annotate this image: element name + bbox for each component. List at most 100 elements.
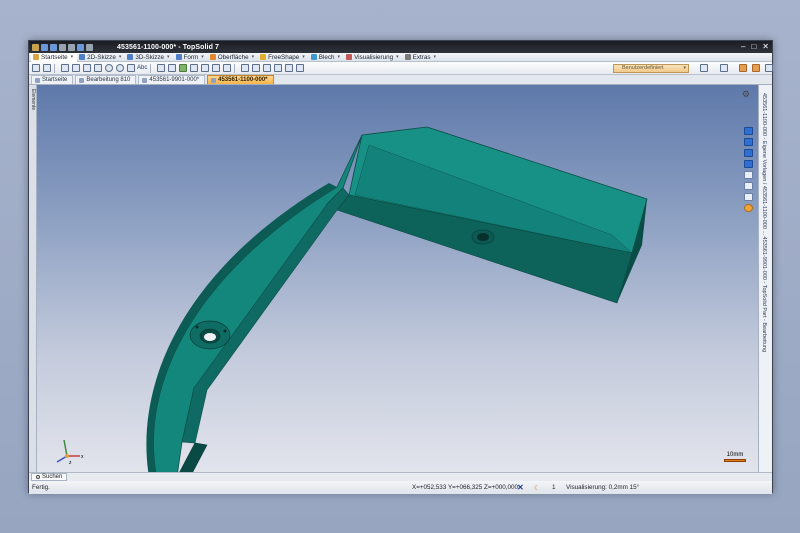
- color-picker-icon[interactable]: [720, 64, 728, 72]
- project-tree-panel[interactable]: 453561-1100-000 - Eigene Vorlagen / 4535…: [758, 85, 772, 472]
- polyline-tool-icon[interactable]: [43, 64, 51, 72]
- close-icon[interactable]: ✕: [762, 42, 769, 52]
- chevron-down-icon: ▾: [396, 54, 399, 60]
- moon-icon[interactable]: ☾: [534, 484, 540, 492]
- title-bar: 453561-1100-000* - TopSolid 7 – □ ✕: [29, 41, 772, 53]
- window-title: 453561-1100-000* - TopSolid 7: [117, 43, 219, 51]
- maximize-icon[interactable]: □: [751, 42, 756, 52]
- menu-tab-blech[interactable]: Blech ▾: [309, 53, 344, 62]
- text-tool-label[interactable]: Abc: [137, 65, 147, 71]
- part-arc-pin: [223, 329, 227, 333]
- machining-icon: [79, 77, 85, 83]
- trim-tool-icon[interactable]: [201, 64, 210, 72]
- shading-icon[interactable]: [744, 171, 753, 179]
- doc-tab-part-9901[interactable]: 453561-9901-000*: [138, 75, 206, 84]
- chevron-down-icon: ▾: [433, 54, 437, 60]
- menu-tab-oberflaeche[interactable]: Oberfläche ▾: [208, 53, 258, 62]
- style-combobox[interactable]: Benutzerdefiniert ▾: [613, 64, 689, 73]
- redo-icon[interactable]: [68, 43, 75, 51]
- zoom-icon[interactable]: [744, 193, 753, 201]
- home-view-icon[interactable]: [744, 204, 753, 212]
- menu-tab-visualisierung[interactable]: Visualisierung ▾: [344, 53, 403, 62]
- doc-tab-part-1100[interactable]: 453561-1100-000*: [207, 75, 274, 84]
- line-segment-icon[interactable]: [83, 64, 91, 72]
- pattern-tool-icon[interactable]: [223, 64, 232, 72]
- visualization-setting[interactable]: Visualisierung: 0,2mm 15°: [566, 484, 639, 491]
- minimize-icon[interactable]: –: [741, 42, 745, 52]
- app-menu-icon[interactable]: [32, 43, 39, 51]
- project-tree-label[interactable]: 453561-1100-000 - Eigene Vorlagen / 4535…: [761, 93, 767, 352]
- line-style-icon[interactable]: [700, 64, 708, 72]
- offset-tool-icon[interactable]: [212, 64, 221, 72]
- undo-icon[interactable]: [59, 43, 66, 51]
- command-toolbar: Abc Benutzerdefiniert ▾: [29, 62, 773, 75]
- shape-icon: [175, 54, 182, 60]
- tab-label: Startseite: [42, 77, 68, 83]
- pencil-icon[interactable]: [77, 43, 84, 51]
- part-model[interactable]: [37, 85, 760, 472]
- chamfer-tool-icon[interactable]: [296, 64, 305, 72]
- section-view-icon[interactable]: [744, 182, 753, 190]
- left-panel-strip[interactable]: Elemente: [29, 85, 37, 472]
- spline-tool-icon[interactable]: [127, 64, 135, 72]
- doc-tab-startseite[interactable]: Startseite: [31, 75, 74, 84]
- ribbon-menu: Startseite ▾ 2D-Skizze ▾ 3D-Skizze ▾ For…: [29, 52, 772, 62]
- menu-tab-form[interactable]: Form ▾: [174, 53, 208, 62]
- tab-label: 453561-1100-000*: [218, 77, 268, 83]
- view-top-icon[interactable]: [744, 138, 753, 146]
- chevron-down-icon: ▾: [118, 54, 122, 60]
- view-settings-gear-icon[interactable]: ⚙: [742, 89, 750, 100]
- surface-icon: [209, 54, 216, 60]
- menu-label: Visualisierung: [354, 53, 394, 61]
- constraint-tool-icon[interactable]: [168, 64, 177, 72]
- search-icon: [36, 475, 40, 479]
- measure-tool-icon[interactable]: [241, 64, 250, 72]
- dropdown-icon[interactable]: [86, 43, 93, 51]
- new-document-icon[interactable]: [41, 43, 48, 51]
- align-tool-icon[interactable]: [252, 64, 261, 72]
- sketch-3d-icon: [127, 54, 134, 60]
- menu-tab-3d-skizze[interactable]: 3D-Skizze ▾: [125, 53, 173, 62]
- menu-label: Extras: [412, 53, 431, 61]
- chevron-down-icon: ▾: [337, 54, 341, 60]
- view-iso-icon[interactable]: [744, 160, 753, 168]
- menu-tab-startseite[interactable]: Startseite ▾: [31, 52, 78, 62]
- save-icon[interactable]: [50, 43, 57, 51]
- part-icon: [142, 77, 148, 83]
- window-controls: – □ ✕: [741, 42, 769, 52]
- menu-label: FreeShape: [268, 53, 300, 61]
- cursor-coordinates: X=+052,533 Y=+066,325 Z=+000,000: [412, 484, 518, 491]
- highlight-icon[interactable]: [752, 64, 760, 72]
- freeshape-icon: [260, 54, 267, 60]
- mirror-tool-icon[interactable]: [190, 64, 199, 72]
- view-front-icon[interactable]: [744, 127, 753, 135]
- circle-tool-icon[interactable]: [105, 64, 113, 72]
- menu-tab-freeshape[interactable]: FreeShape ▾: [258, 53, 309, 62]
- scale-bar-fill: [724, 459, 746, 462]
- document-tabs: Startseite Bearbeitung 810 453561-9901-0…: [29, 75, 772, 85]
- menu-tab-extras[interactable]: Extras ▾: [403, 53, 440, 62]
- 3d-viewport[interactable]: ⚙ x z 10mm: [37, 85, 760, 472]
- point-tool-icon[interactable]: [72, 64, 80, 72]
- chevron-down-icon: ▾: [251, 54, 255, 60]
- elements-tab-label[interactable]: Elemente: [30, 89, 36, 110]
- fillet-tool-icon[interactable]: [285, 64, 294, 72]
- view-right-icon[interactable]: [744, 149, 753, 157]
- part-arc-pin: [195, 325, 199, 329]
- menu-tab-2d-skizze[interactable]: 2D-Skizze ▾: [77, 53, 125, 62]
- section-tool-icon[interactable]: [263, 64, 272, 72]
- arc-tool-icon[interactable]: [116, 64, 124, 72]
- doc-tab-bearbeitung[interactable]: Bearbeitung 810: [75, 75, 137, 84]
- extrude-tool-icon[interactable]: [179, 64, 188, 72]
- search-button[interactable]: Suchen: [31, 473, 68, 481]
- search-label: Suchen: [42, 474, 63, 480]
- line-tool-icon[interactable]: [32, 64, 40, 72]
- layer-icon[interactable]: [739, 64, 747, 72]
- cancel-icon[interactable]: ✕: [517, 483, 524, 492]
- dimension-tool-icon[interactable]: [157, 64, 166, 72]
- square-tool-icon[interactable]: [94, 64, 102, 72]
- rectangle-tool-icon[interactable]: [61, 64, 69, 72]
- options-icon[interactable]: [765, 64, 773, 72]
- project-tool-icon[interactable]: [274, 64, 283, 72]
- scale-label: 10mm: [726, 452, 744, 458]
